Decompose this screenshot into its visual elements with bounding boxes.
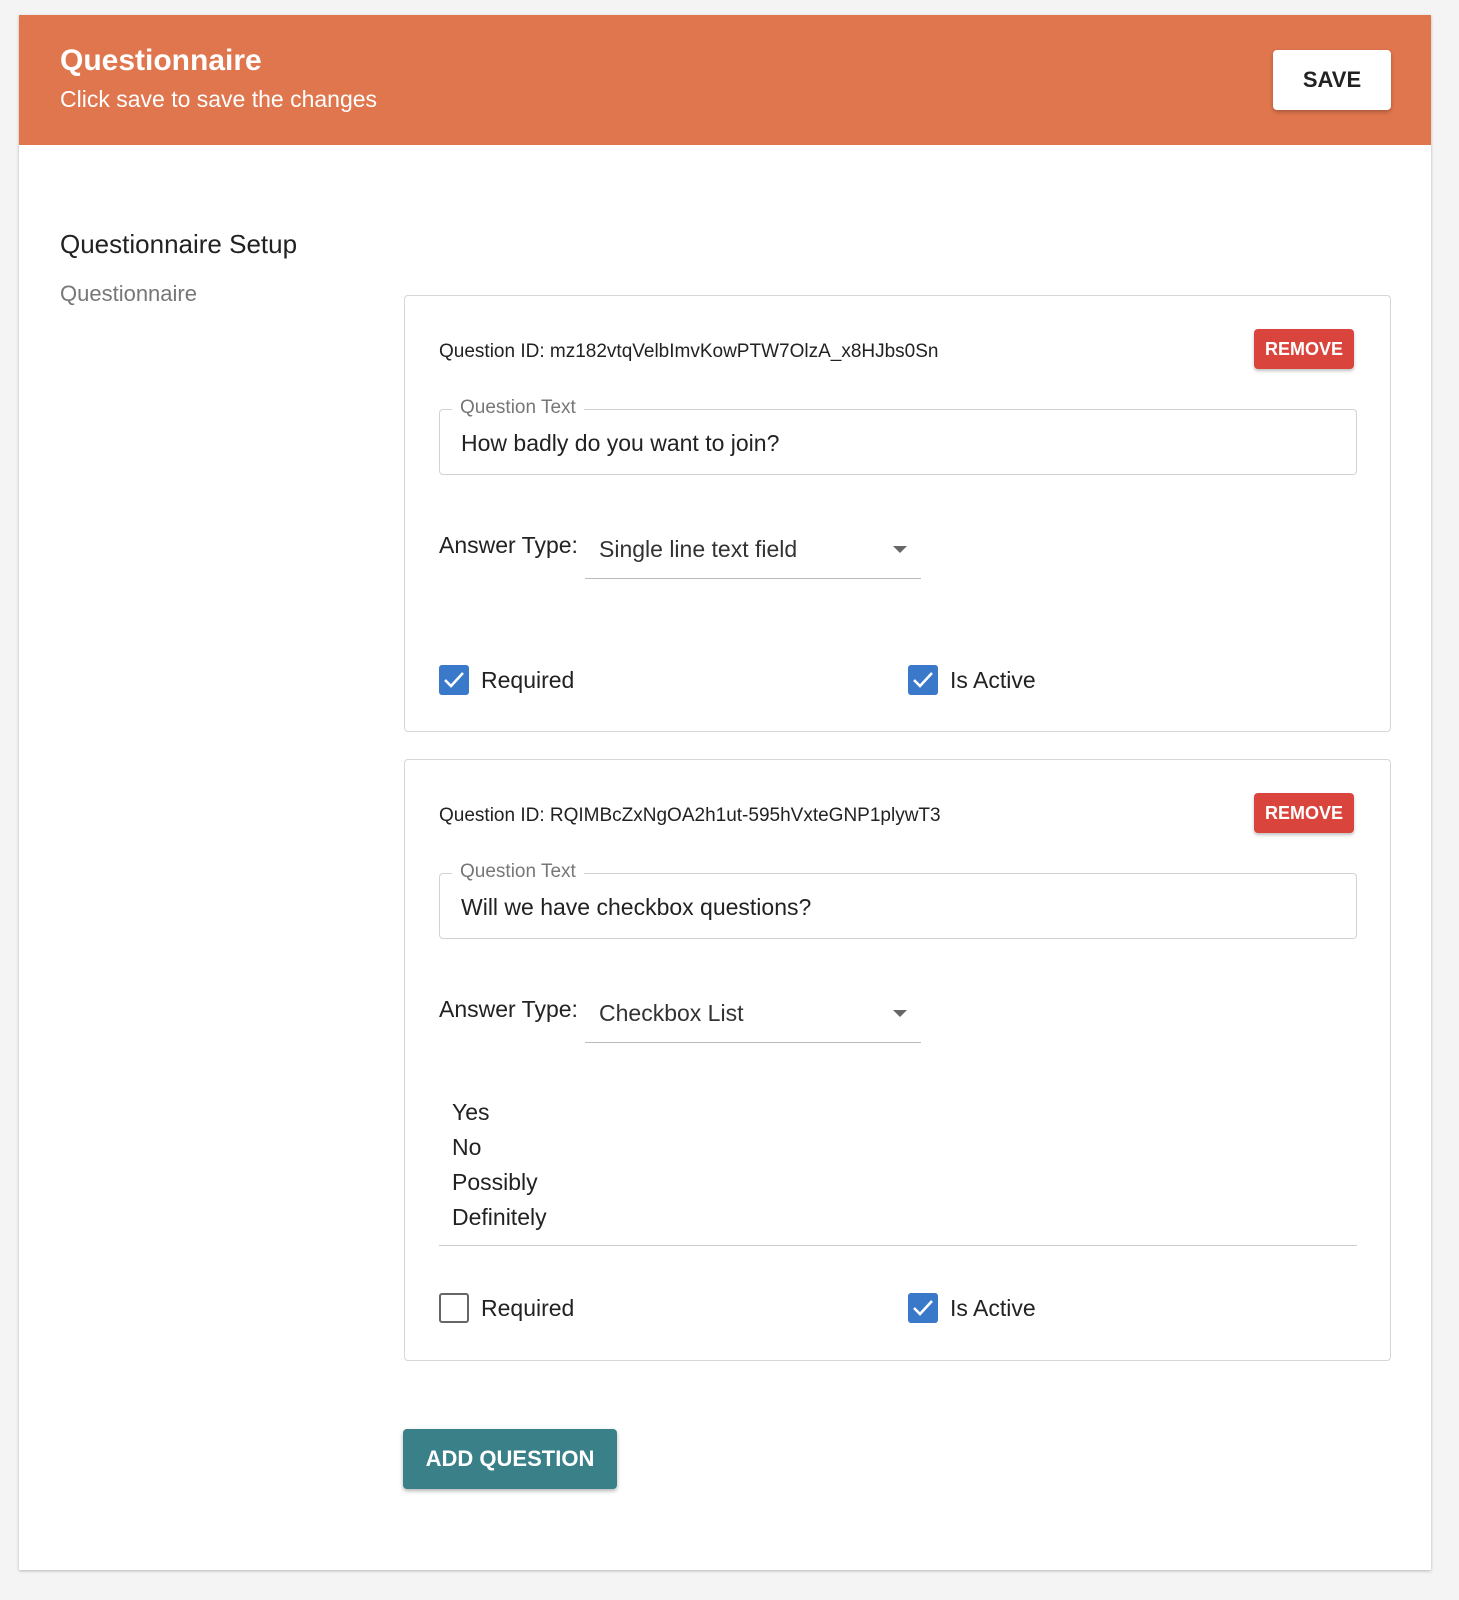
header-title: Questionnaire	[60, 44, 262, 77]
required-checkbox[interactable]	[439, 1293, 469, 1323]
answer-option: No	[452, 1134, 482, 1160]
question-text-field[interactable]: Question Text Will we have checkbox ques…	[439, 861, 1357, 939]
answer-option: Possibly	[452, 1169, 538, 1195]
question-card: Question ID: RQIMBcZxNgOA2h1ut-595hVxteG…	[404, 759, 1391, 1361]
question-text-label: Question Text	[452, 397, 584, 419]
save-button[interactable]: SAVE	[1273, 50, 1391, 110]
question-id: Question ID: mz182vtqVelbImvKowPTW7OlzA_…	[439, 341, 939, 362]
answer-type-select[interactable]: Checkbox List	[585, 987, 921, 1043]
checkmark-icon	[913, 672, 933, 688]
answer-type-label: Answer Type:	[439, 532, 578, 558]
question-text-input[interactable]: Will we have checkbox questions?	[461, 894, 811, 921]
remove-question-button[interactable]: REMOVE	[1254, 793, 1354, 833]
required-checkbox[interactable]	[439, 665, 469, 695]
section-title: Questionnaire Setup	[60, 229, 298, 259]
question-card: Question ID: mz182vtqVelbImvKowPTW7OlzA_…	[404, 295, 1391, 732]
remove-question-button[interactable]: REMOVE	[1254, 329, 1354, 369]
answer-options-list[interactable]: Yes No Possibly Definitely	[439, 1082, 1357, 1246]
question-text-field[interactable]: Question Text How badly do you want to j…	[439, 397, 1357, 475]
header-subtitle: Click save to save the changes	[60, 86, 378, 112]
checkmark-icon	[444, 672, 464, 688]
checkmark-icon	[913, 1300, 933, 1316]
dropdown-caret-icon	[893, 546, 907, 553]
is-active-checkbox[interactable]	[908, 665, 938, 695]
answer-type-label: Answer Type:	[439, 996, 578, 1022]
required-label: Required	[481, 667, 575, 693]
answer-type-value: Single line text field	[599, 536, 798, 562]
header-bar: Questionnaire Click save to save the cha…	[19, 15, 1431, 145]
section-subtitle: Questionnaire	[60, 281, 197, 306]
answer-type-select[interactable]: Single line text field	[585, 523, 921, 579]
question-text-label: Question Text	[452, 861, 584, 883]
dropdown-caret-icon	[893, 1010, 907, 1017]
required-label: Required	[481, 1295, 575, 1321]
answer-option: Yes	[452, 1099, 490, 1125]
is-active-checkbox[interactable]	[908, 1293, 938, 1323]
add-question-button[interactable]: ADD QUESTION	[403, 1429, 617, 1489]
is-active-label: Is Active	[950, 1295, 1036, 1321]
questionnaire-card: Questionnaire Click save to save the cha…	[19, 15, 1431, 1570]
answer-option: Definitely	[452, 1204, 547, 1230]
answer-type-value: Checkbox List	[599, 1000, 744, 1026]
is-active-label: Is Active	[950, 667, 1036, 693]
question-id: Question ID: RQIMBcZxNgOA2h1ut-595hVxteG…	[439, 805, 941, 826]
question-text-input[interactable]: How badly do you want to join?	[461, 430, 779, 457]
